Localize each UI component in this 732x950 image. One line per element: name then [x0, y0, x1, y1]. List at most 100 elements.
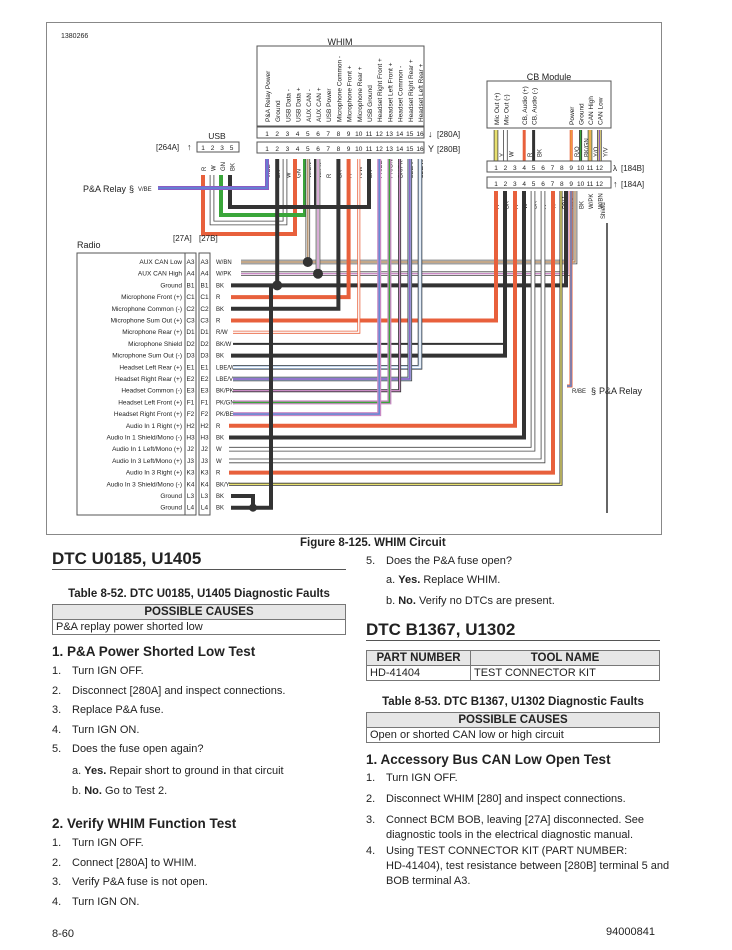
- pin-number: 12: [376, 146, 384, 153]
- pin-number: 15: [406, 146, 414, 153]
- pin-number: K3: [187, 470, 195, 477]
- whim-pin-label: Microphone Common -: [336, 56, 343, 122]
- fuse-icon: §: [129, 184, 134, 194]
- step-text: Connect [280A] to WHIM.: [72, 856, 197, 869]
- step-text: Turn IGN OFF.: [72, 837, 144, 849]
- tool-table: PART NUMBER TOOL NAME HD-41404 TEST CONN…: [366, 650, 660, 681]
- radio-pin-label: Microphone Shield: [128, 341, 182, 348]
- pin-number: J3: [201, 458, 208, 465]
- step-text: Does the fuse open again?: [72, 743, 204, 756]
- answer-text: Repair short to ground in that circuit: [106, 765, 284, 777]
- wire-color-label: BK: [538, 149, 544, 157]
- pin-number: 6: [541, 165, 545, 172]
- pin-number: K3: [201, 470, 209, 477]
- wire-color-label: W/PK: [216, 272, 231, 278]
- shield-label: Shield: [601, 202, 607, 219]
- pin-number: 8: [337, 146, 341, 153]
- radio-pin-label: Audio In 3 Right (+): [126, 470, 182, 477]
- table-cell: P&A replay power shorted low: [52, 619, 346, 635]
- possible-causes-table-8-52: POSSIBLE CAUSES P&A replay power shorted…: [52, 604, 346, 635]
- pin-number: 8: [560, 165, 564, 172]
- table-header: PART NUMBER: [366, 650, 471, 666]
- connector-label-280b: [280B]: [437, 145, 460, 154]
- radio-pin-label: Headset Right Front (+): [114, 411, 182, 418]
- connector-label-27a: [27A]: [173, 234, 192, 243]
- step-text: Turn IGN OFF.: [386, 772, 458, 784]
- whim-pin-label: Microphone Rear +: [357, 66, 364, 122]
- wire-color-label: GN: [297, 169, 303, 178]
- cb-pin-label: CB, Audio (+): [522, 86, 529, 125]
- radio-pin-label: Ground: [160, 282, 182, 289]
- step-number: 2.: [52, 684, 62, 697]
- wire-color-label: BK/PK: [216, 389, 234, 395]
- pin-number: 9: [569, 165, 573, 172]
- step-number: 1.: [52, 837, 62, 849]
- pin-number: 1: [265, 146, 269, 153]
- pin-number: C1: [200, 294, 209, 301]
- radio-pin-label: Microphone Rear (+): [122, 329, 182, 336]
- step-text: HD-41404), test resistance between [280B…: [386, 860, 670, 872]
- pin-number: 7: [551, 165, 555, 172]
- pin-number: C3: [200, 318, 209, 325]
- connector-label-184a: [184A]: [621, 180, 644, 189]
- wire-color-label: W/PK: [589, 194, 595, 209]
- wire: [231, 159, 351, 300]
- wire-color-label: R: [216, 295, 221, 301]
- radio-title: Radio: [77, 240, 101, 250]
- pin-number: 3: [513, 165, 517, 172]
- step-text: Disconnect WHIM [280] and inspect connec…: [386, 793, 626, 805]
- wire-color-label: BK: [216, 436, 224, 442]
- test-heading-can-low: 1. Accessory Bus CAN Low Open Test: [366, 752, 611, 767]
- step-text: Verify P&A fuse is not open.: [72, 876, 208, 889]
- pin-number: F1: [201, 399, 209, 406]
- step-number: 2.: [366, 793, 376, 805]
- wire-color-label: BK/Y: [216, 482, 230, 488]
- table-cell: HD-41404: [366, 665, 471, 681]
- radio-pin-label: Audio In 1 Left/Mono (+): [112, 446, 182, 453]
- answer-item: a. Yes. Repair short to ground in that c…: [72, 765, 284, 777]
- connector-arrow-icon: ↑: [187, 142, 192, 152]
- pin-number: J3: [187, 458, 194, 465]
- wire-color-label: LBE/V: [216, 377, 233, 383]
- pin-number: C2: [186, 306, 195, 313]
- step-number: 3.: [52, 704, 62, 717]
- test-heading-verify-whim: 2. Verify WHIM Function Test: [52, 816, 237, 831]
- wire-outline: [233, 159, 413, 382]
- cb-module-title: CB Module: [527, 72, 572, 82]
- pin-number: 10: [577, 181, 585, 188]
- table-row: HD-41404 TEST CONNECTOR KIT: [366, 665, 660, 681]
- table-title-8-52: Table 8-52. DTC U0185, U1405 Diagnostic …: [68, 588, 330, 600]
- whim-pin-label: Headset Left Front +: [387, 62, 394, 122]
- step-number: 1.: [52, 665, 62, 677]
- whim-pin-label: P&A Relay Power: [265, 70, 272, 122]
- pin-number: 2: [211, 145, 215, 152]
- pin-number: 16: [416, 146, 424, 153]
- pin-number: J2: [201, 446, 208, 453]
- wire-color-label: BK: [580, 201, 586, 209]
- pin-number: 10: [355, 131, 363, 138]
- cb-pin-label: Ground: [579, 103, 586, 125]
- whim-title: WHIM: [328, 37, 353, 47]
- wire-color-label: R: [327, 173, 333, 178]
- wire-color-label: W: [216, 447, 222, 453]
- pin-number: A4: [201, 271, 209, 278]
- step-number: 3.: [366, 814, 376, 826]
- connector-label-280a: [280A]: [437, 130, 460, 139]
- cb-pin-label: CB, Audio (-): [532, 88, 539, 125]
- answer-letter: a.: [72, 765, 85, 777]
- radio-pin-label: Headset Left Rear (+): [119, 364, 182, 371]
- wire-color-label: R: [216, 424, 221, 430]
- whim-pin-label: USB Data +: [296, 87, 303, 122]
- pin-number: 6: [316, 131, 320, 138]
- answer-letter: b.: [72, 784, 85, 797]
- step-number: 1.: [366, 772, 376, 784]
- connector-label-264a: [264A]: [156, 143, 179, 152]
- pin-number: H2: [200, 423, 209, 430]
- wire-color-label: PK/BE: [216, 412, 234, 418]
- pin-number: 11: [587, 165, 594, 172]
- pin-number: A3: [187, 259, 195, 266]
- pin-number: E3: [187, 388, 195, 395]
- pin-number: E1: [201, 364, 209, 371]
- wire-color-label: R: [202, 166, 208, 171]
- pin-number: H3: [200, 435, 209, 442]
